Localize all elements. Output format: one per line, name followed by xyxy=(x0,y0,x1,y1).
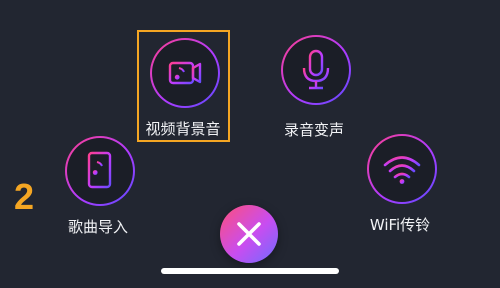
menu-item-wifi-transfer[interactable]: WiFi传铃 xyxy=(367,134,437,234)
menu-item-label: WiFi传铃 xyxy=(369,216,431,234)
close-icon xyxy=(237,222,261,246)
menu-item-voice-changer[interactable]: 录音变声 xyxy=(281,35,351,139)
phone-music-icon xyxy=(65,136,135,206)
step-number: 2 xyxy=(14,176,35,217)
home-indicator xyxy=(161,268,339,274)
menu-item-label: 歌曲导入 xyxy=(67,218,129,236)
menu-item-song-import[interactable]: 歌曲导入 xyxy=(65,136,135,236)
microphone-icon xyxy=(281,35,351,105)
close-button[interactable] xyxy=(220,205,278,263)
wifi-icon xyxy=(367,134,437,204)
menu-item-label: 录音变声 xyxy=(283,121,345,139)
highlight-frame xyxy=(137,30,230,142)
